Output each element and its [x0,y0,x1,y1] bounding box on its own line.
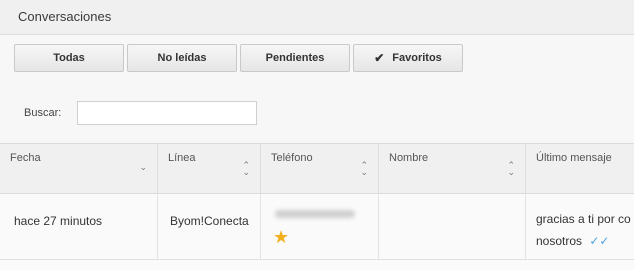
sort-both-icon: ⌃ ⌄ [507,160,515,177]
column-header-linea[interactable]: Línea ⌃ ⌄ [158,144,261,193]
conversations-table: Fecha ⌄ Línea ⌃ ⌄ Teléfono ⌃ ⌄ Nombre ⌃ ⌄ Ú… [0,143,634,270]
cell-ultimo-mensaje: gracias a ti por co nosotros ✓✓ [526,194,634,259]
cell-linea: Byom!Conecta [158,194,261,259]
table-row[interactable]: hace 27 minutos Byom!Conecta ★ gracias a… [0,194,634,260]
checkmark-icon: ✔ [374,51,385,65]
filter-pending-label: Pendientes [265,52,325,64]
filter-pending-button[interactable]: Pendientes [240,44,350,72]
filter-favorites-label: Favoritos [392,52,442,64]
conversations-panel: Todas No leídas Pendientes ✔ Favoritos B… [0,35,634,270]
search-input[interactable] [77,101,257,125]
page-title: Conversaciones [18,9,112,24]
table-header: Fecha ⌄ Línea ⌃ ⌄ Teléfono ⌃ ⌄ Nombre ⌃ ⌄ Ú… [0,144,634,194]
column-label: Línea [168,152,196,164]
column-header-fecha[interactable]: Fecha ⌄ [0,144,158,193]
column-header-telefono[interactable]: Teléfono ⌃ ⌄ [261,144,379,193]
linea-text: Byom!Conecta [170,214,249,228]
double-check-icon: ✓✓ [589,234,610,248]
sort-desc-icon: ⌄ [139,162,147,172]
star-icon[interactable]: ★ [273,227,289,248]
cell-fecha: hace 27 minutos [0,194,158,259]
sort-both-icon: ⌃ ⌄ [360,160,368,177]
column-label: Teléfono [271,152,313,164]
cell-telefono: ★ [261,194,379,259]
filter-unread-button[interactable]: No leídas [127,44,237,72]
column-label: Nombre [389,152,429,164]
panel-header: Conversaciones [0,0,634,35]
table-body: hace 27 minutos Byom!Conecta ★ gracias a… [0,194,634,270]
filter-unread-label: No leídas [157,52,207,64]
column-header-nombre[interactable]: Nombre ⌃ ⌄ [379,144,526,193]
filter-favorites-button[interactable]: ✔ Favoritos [353,44,463,72]
column-label: Fecha [10,152,41,164]
column-label: Último mensaje [536,152,612,164]
column-header-ultimo-mensaje[interactable]: Último mensaje [526,144,634,193]
cell-nombre [379,194,526,259]
last-message: gracias a ti por co nosotros ✓✓ [536,208,634,252]
last-message-line2: nosotros [536,234,583,248]
search-label: Buscar: [24,107,62,119]
sort-both-icon: ⌃ ⌄ [242,160,250,177]
blurred-phone-number [275,210,355,218]
last-message-line1: gracias a ti por co [536,212,631,226]
filter-all-label: Todas [53,52,85,64]
fecha-text: hace 27 minutos [14,214,103,228]
filter-all-button[interactable]: Todas [14,44,124,72]
